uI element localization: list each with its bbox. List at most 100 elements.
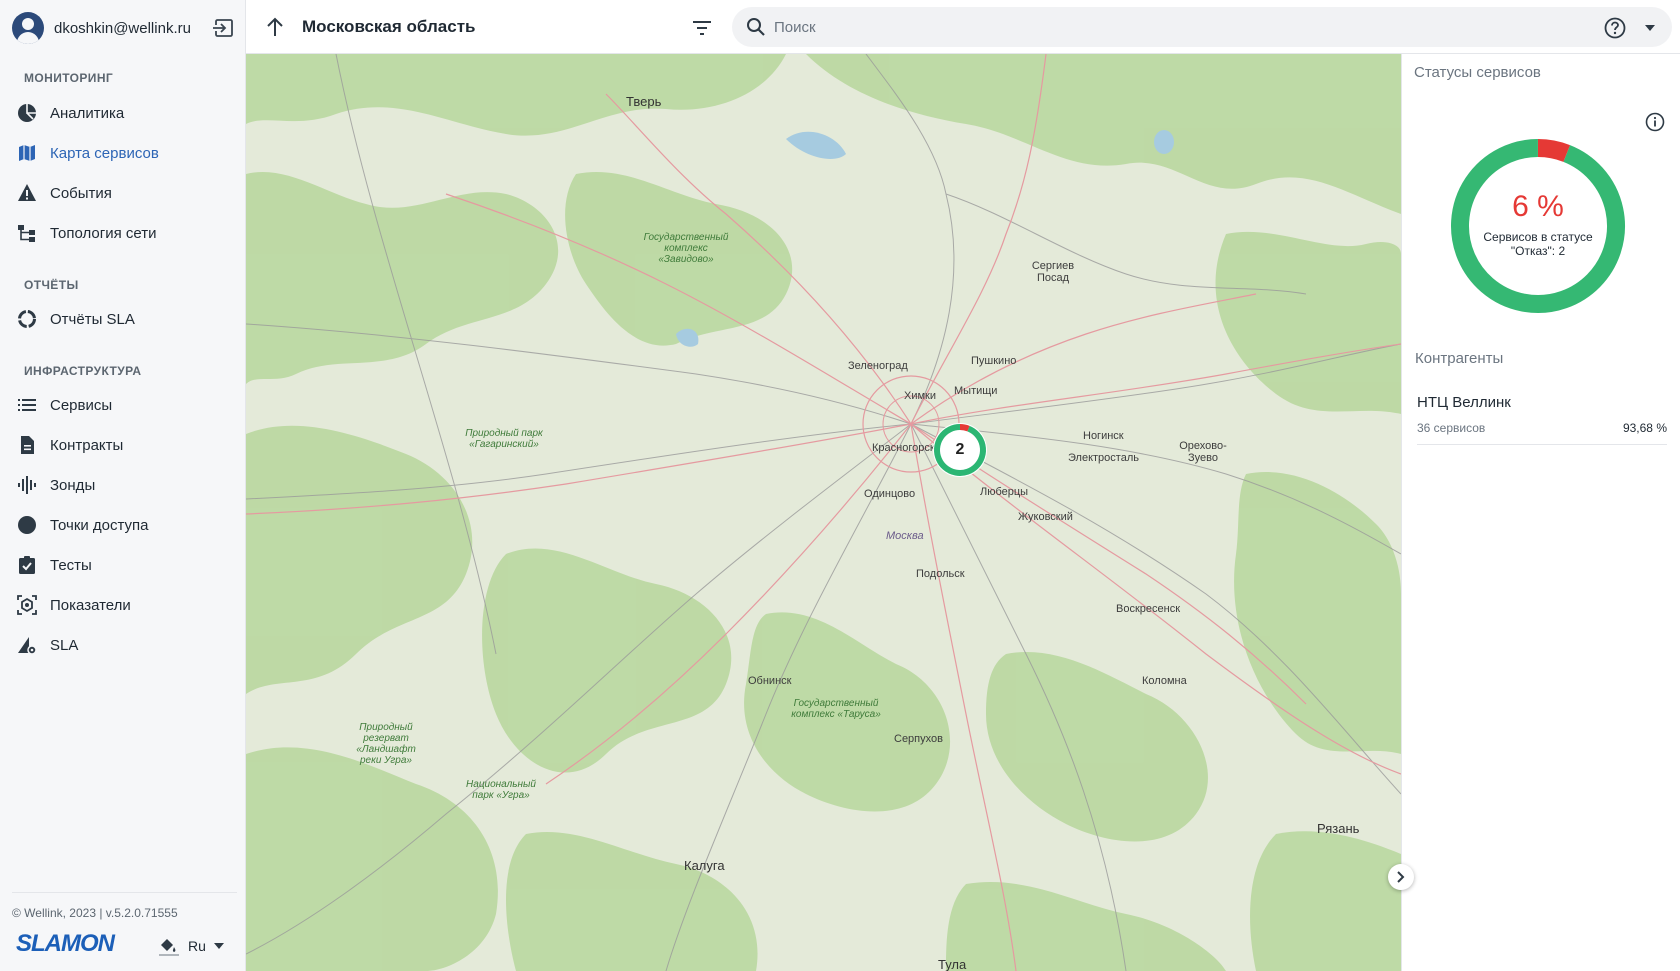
- analytics-icon: [16, 102, 38, 124]
- service-status-title: Статусы сервисов: [1414, 64, 1541, 81]
- chevron-right-icon: [1397, 871, 1405, 883]
- logout-icon[interactable]: [212, 18, 234, 38]
- map-background: [246, 54, 1401, 971]
- sidebar-item-tests[interactable]: Тесты: [16, 549, 236, 581]
- map-city-label: Тула: [938, 957, 967, 971]
- map-city-label: Мытищи: [954, 385, 998, 397]
- map-city-label: Люберцы: [980, 486, 1029, 498]
- region-title: Московская область: [302, 17, 476, 36]
- map-city-label: Москва: [886, 530, 924, 542]
- sidebar-item-label: Аналитика: [50, 104, 125, 122]
- sidebar-item-label: События: [50, 184, 112, 202]
- sidebar-item-contracts[interactable]: Контракты: [16, 429, 236, 461]
- sidebar-item-service-map[interactable]: Карта сервисов: [16, 137, 236, 169]
- user-profile[interactable]: dkoshkin@wellink.ru: [12, 10, 234, 46]
- map-city-label: Химки: [904, 390, 937, 402]
- copyright: © Wellink, 2023 | v.5.2.0.71555: [12, 906, 178, 920]
- map-city-label: Серпухов: [894, 733, 943, 745]
- map-city-label: Зеленоград: [848, 360, 908, 372]
- slamon-logo: SLAMON: [16, 930, 115, 957]
- map-city-label: Красногорск: [872, 442, 935, 454]
- paint-bucket-icon[interactable]: [158, 936, 180, 956]
- topology-icon: [16, 222, 38, 244]
- contractor-percent: 93,68 %: [1622, 421, 1667, 435]
- arrow-up-icon[interactable]: [264, 16, 286, 38]
- sla-icon: [16, 634, 38, 656]
- map-city-label: Рязань: [1317, 821, 1360, 836]
- language-value[interactable]: Ru: [188, 938, 206, 954]
- contractor-services: 36 сервисов: [1417, 421, 1486, 435]
- sidebar-item-metrics[interactable]: Показатели: [16, 589, 236, 621]
- sidebar-item-label: Отчёты SLA: [50, 310, 135, 328]
- sidebar-item-label: SLA: [50, 636, 79, 654]
- right-panel: Статусы сервисов 6 % Сервисов в статусе …: [1401, 54, 1680, 971]
- sidebar-item-events[interactable]: События: [16, 177, 236, 209]
- contractor-name: НТЦ Веллинк: [1417, 394, 1511, 411]
- filter-icon[interactable]: [690, 16, 714, 40]
- metrics-icon: [16, 594, 38, 616]
- map-city-label: Пушкино: [971, 355, 1017, 367]
- service-map[interactable]: Тверь Сергиев Посад Зеленоград Пушкино Х…: [246, 54, 1401, 971]
- map-city-label: Одинцово: [864, 488, 916, 500]
- section-reports: ОТЧЁТЫ: [24, 278, 79, 292]
- fail-percent: 6 %: [1512, 190, 1564, 223]
- map-city-label: Коломна: [1142, 675, 1187, 687]
- sidebar-item-label: Показатели: [50, 596, 131, 614]
- chevron-down-icon[interactable]: [213, 943, 224, 949]
- circle-icon: [16, 514, 38, 536]
- map-city-label: Калуга: [684, 858, 725, 873]
- section-monitoring: МОНИТОРИНГ: [24, 71, 114, 85]
- help-icon[interactable]: [1604, 17, 1626, 39]
- probe-icon: [16, 474, 38, 496]
- donut-fail-segment: [1537, 139, 1571, 162]
- map-park-label: Государственный комплекс «Таруса»: [791, 698, 881, 720]
- sidebar-item-label: Зонды: [50, 476, 96, 494]
- map-city-label: Орехово-Зуево: [1179, 440, 1227, 464]
- chevron-down-icon[interactable]: [1644, 23, 1656, 33]
- map-city-label: Подольск: [916, 568, 965, 580]
- map-city-label: Воскресенск: [1116, 603, 1181, 615]
- map-park-label: Природный парк «Гагаринский»: [465, 428, 543, 450]
- contractor-row[interactable]: НТЦ Веллинк 36 сервисов 93,68 %: [1417, 387, 1667, 445]
- status-donut: [1451, 139, 1625, 313]
- test-icon: [16, 554, 38, 576]
- map-city-label: Электросталь: [1068, 452, 1139, 464]
- sidebar-item-probes[interactable]: Зонды: [16, 469, 236, 501]
- map-city-label: Обнинск: [748, 675, 792, 687]
- sidebar-item-label: Точки доступа: [50, 516, 149, 534]
- avatar[interactable]: [12, 12, 44, 44]
- contractors-title: Контрагенты: [1415, 350, 1504, 367]
- sidebar-item-services[interactable]: Сервисы: [16, 389, 236, 421]
- map-cluster-marker[interactable]: 2: [932, 422, 988, 478]
- sidebar-footer-divider: [12, 892, 237, 893]
- section-infrastructure: ИНФРАСТРУКТУРА: [24, 364, 142, 378]
- sla-report-icon: [16, 308, 38, 330]
- cluster-count: 2: [955, 441, 965, 458]
- sidebar: dkoshkin@wellink.ru МОНИТОРИНГ Аналитика…: [0, 0, 246, 971]
- map-city-label: Ногинск: [1083, 430, 1124, 442]
- fail-caption: Сервисов в статусе "Отказ": 2: [1483, 230, 1593, 258]
- sidebar-item-label: Тесты: [50, 556, 92, 574]
- info-icon[interactable]: [1645, 112, 1665, 132]
- map-city-label: Жуковский: [1018, 511, 1073, 523]
- sidebar-item-sla[interactable]: SLA: [16, 629, 236, 661]
- language-selector[interactable]: Ru: [158, 936, 224, 956]
- sidebar-item-label: Сервисы: [50, 396, 113, 414]
- map-icon: [16, 142, 38, 164]
- map-city-label: Сергиев Посад: [1031, 260, 1075, 284]
- panel-collapse-button[interactable]: [1388, 864, 1414, 890]
- map-park-label: Природный резерват «Ландшафт реки Угра»: [356, 722, 416, 766]
- sidebar-item-access-points[interactable]: Точки доступа: [16, 509, 236, 541]
- warning-icon: [16, 182, 38, 204]
- search-input[interactable]: [774, 15, 1554, 39]
- map-park-label: Национальный парк «Угра»: [466, 779, 536, 801]
- sidebar-item-label: Топология сети: [50, 224, 157, 242]
- sidebar-item-sla-reports[interactable]: Отчёты SLA: [16, 303, 236, 335]
- top-bar: Московская область: [246, 0, 1680, 54]
- sidebar-item-topology[interactable]: Топология сети: [16, 217, 236, 249]
- map-city-label: Тверь: [626, 94, 662, 109]
- sidebar-item-label: Карта сервисов: [50, 144, 159, 162]
- sidebar-item-analytics[interactable]: Аналитика: [16, 97, 236, 129]
- search-bar[interactable]: [732, 7, 1672, 47]
- search-icon: [747, 18, 765, 36]
